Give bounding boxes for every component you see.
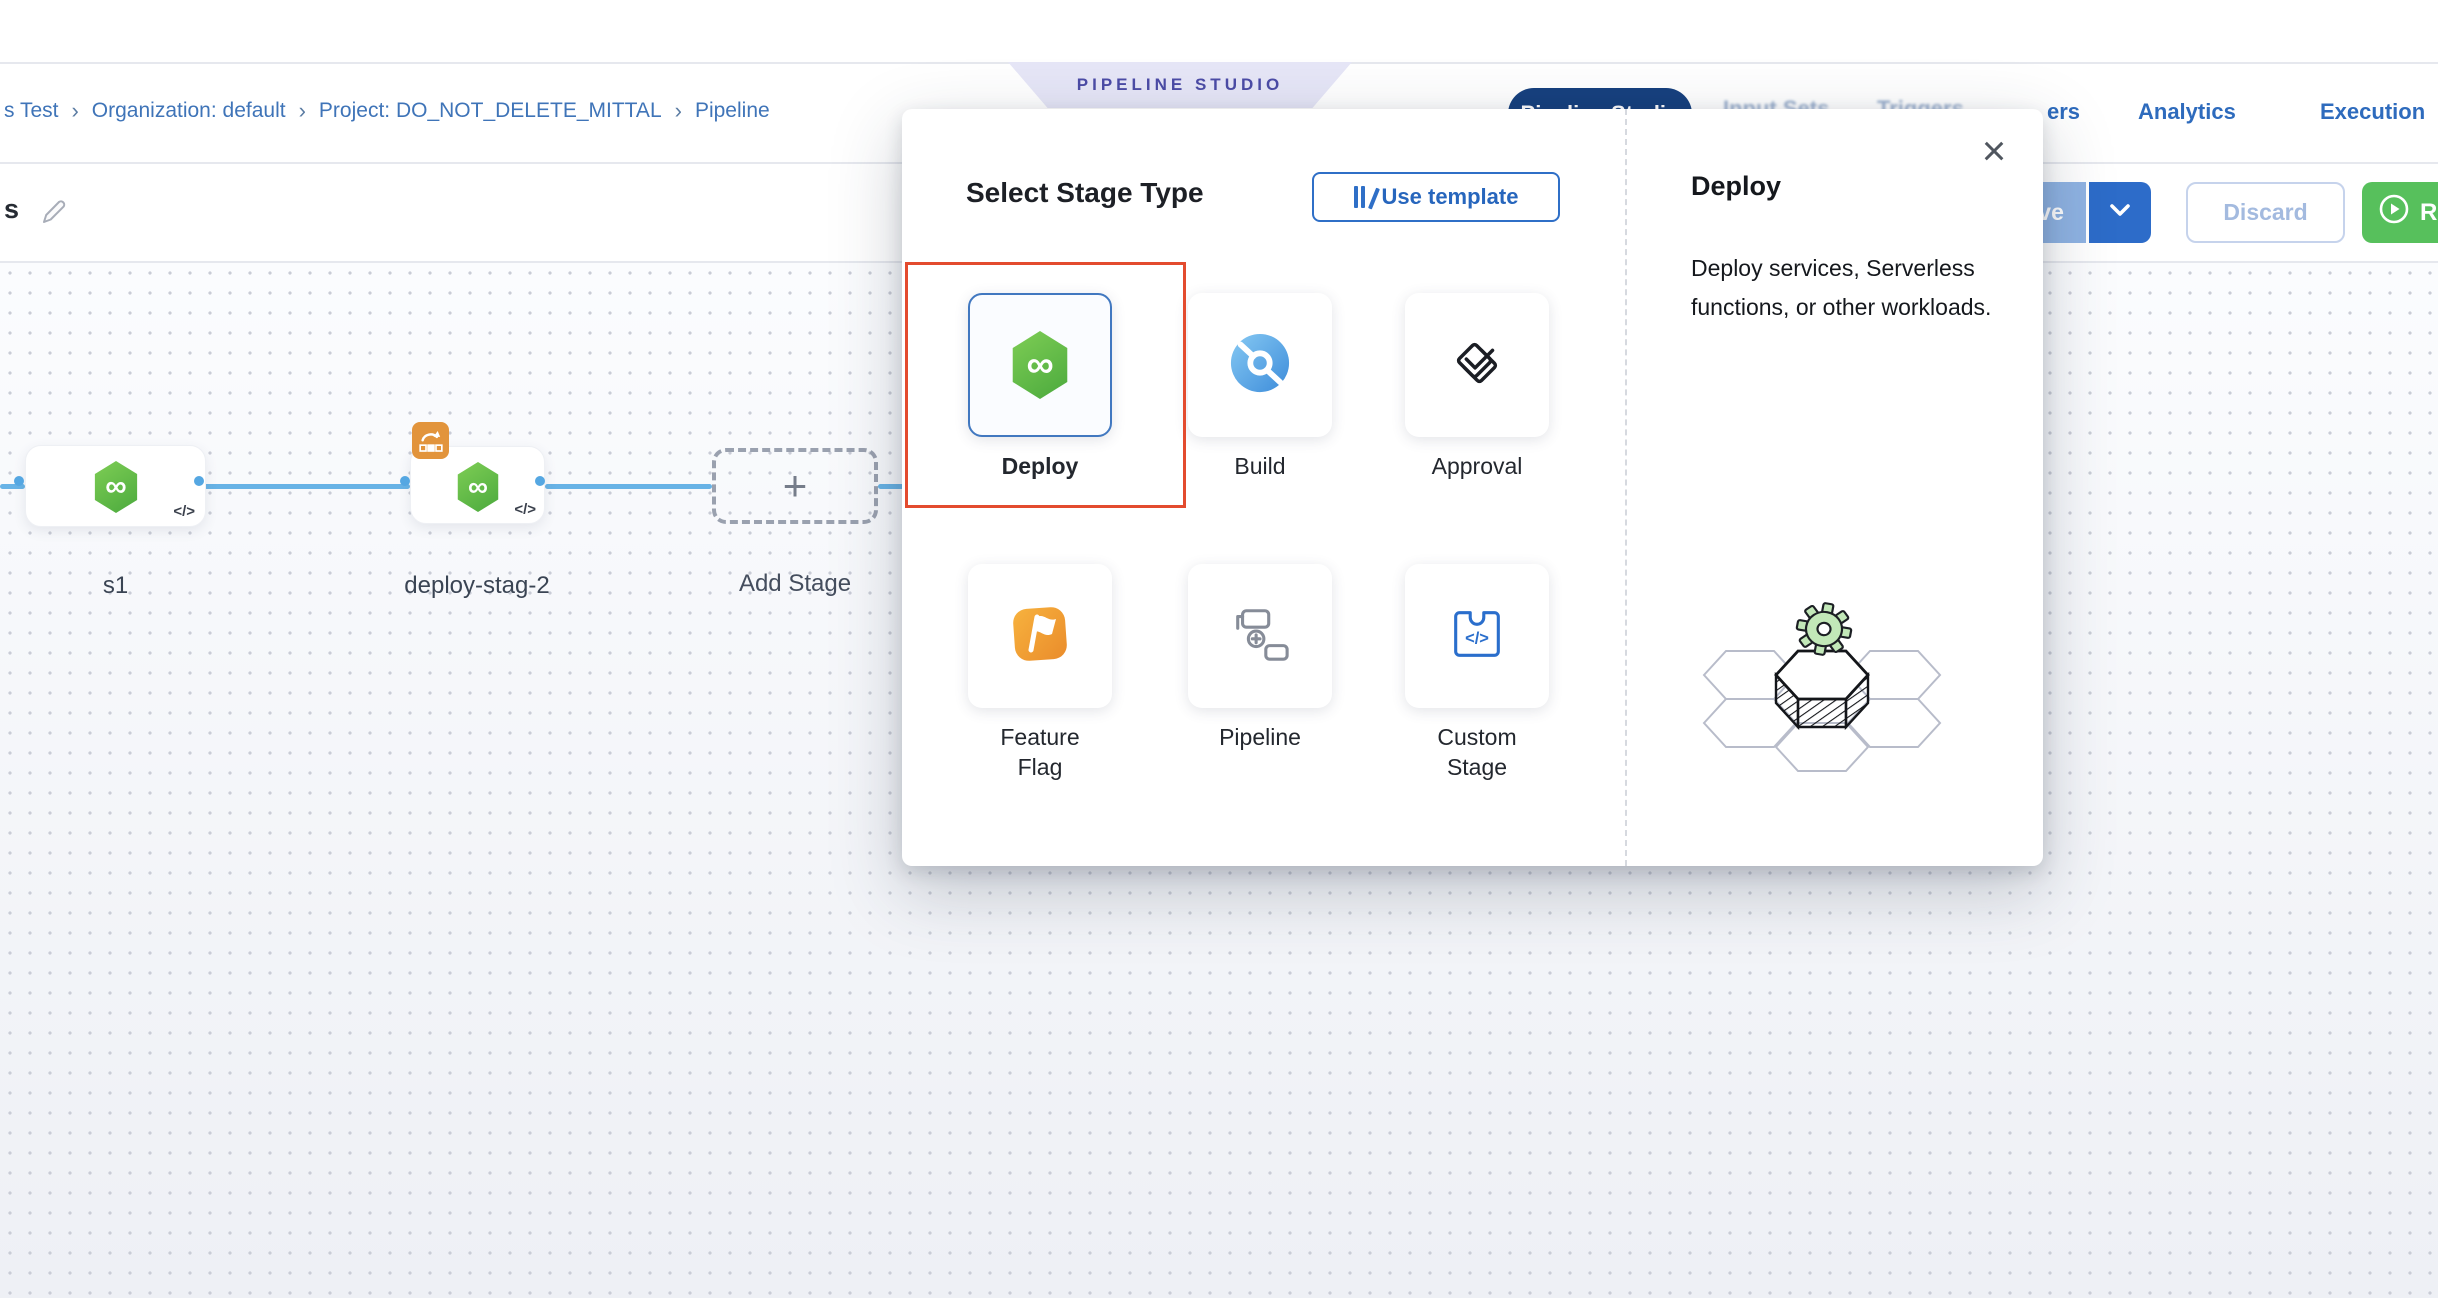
plus-icon: +	[783, 462, 808, 510]
run-button[interactable]: Run	[2362, 182, 2438, 243]
stage-node-s1[interactable]: ∞ </>	[25, 445, 206, 527]
custom-stage-code-icon: </>	[1446, 603, 1508, 670]
approval-check-icon	[1445, 331, 1509, 400]
stage-type-label-deploy: Deploy	[968, 451, 1112, 481]
stage-type-label-custom: Custom Stage	[1405, 722, 1549, 782]
feature-flag-icon	[1010, 604, 1070, 669]
stage-type-label-pipeline: Pipeline	[1188, 722, 1332, 752]
modal-dashed-divider	[1625, 109, 1627, 866]
code-view-icon[interactable]: </>	[514, 501, 536, 518]
pipeline-studio-badge: PIPELINE STUDIO	[1008, 62, 1352, 108]
tab-analytics[interactable]: Analytics	[2138, 99, 2236, 125]
cd-hexagon-icon: ∞	[1009, 331, 1071, 399]
stage-type-pipeline[interactable]	[1188, 564, 1332, 708]
stage-type-label-approval: Approval	[1405, 451, 1549, 481]
chevron-down-icon	[2109, 203, 2131, 222]
add-stage-label: Add Stage	[712, 570, 878, 598]
ci-build-icon	[1229, 332, 1291, 399]
modal-title: Select Stage Type	[966, 177, 1204, 209]
pipeline-name: s	[4, 194, 19, 225]
discard-button[interactable]: Discard	[2186, 182, 2345, 243]
code-view-icon[interactable]: </>	[173, 503, 195, 520]
select-stage-type-modal: Select Stage Type Use template × ∞ Deplo…	[902, 109, 2043, 866]
breadcrumb-pipeline[interactable]: Pipeline	[695, 99, 770, 123]
cd-hexagon-icon: ∞	[92, 461, 140, 513]
stage-type-build[interactable]	[1188, 293, 1332, 437]
port-s1-out[interactable]	[194, 476, 204, 486]
run-button-label: Run	[2420, 199, 2438, 227]
port-deploy-stag-2-out[interactable]	[535, 476, 545, 486]
play-icon	[2378, 193, 2410, 232]
breadcrumb-account[interactable]: s Test	[4, 99, 58, 123]
port-s1-in[interactable]	[14, 476, 24, 486]
edit-pencil-icon[interactable]	[38, 196, 70, 228]
stage-type-approval[interactable]	[1405, 293, 1549, 437]
breadcrumb-separator: ›	[71, 98, 78, 124]
infinity-glyph: ∞	[1026, 344, 1053, 387]
rolling-deployment-badge-icon	[412, 422, 449, 459]
use-template-button[interactable]: Use template	[1312, 172, 1560, 222]
edge-s1-to-deploy-stag-2	[204, 484, 410, 489]
save-menu-button[interactable]	[2089, 182, 2151, 243]
pipeline-chain-icon	[1229, 603, 1291, 670]
pipeline-studio-badge-label: PIPELINE STUDIO	[1077, 75, 1283, 95]
breadcrumb-project[interactable]: Project: DO_NOT_DELETE_MITTAL	[319, 99, 662, 123]
use-template-label: Use template	[1382, 184, 1519, 210]
stage-label-s1: s1	[25, 572, 206, 600]
infinity-glyph: ∞	[105, 470, 126, 504]
svg-text:</>: </>	[1465, 629, 1489, 647]
edge-add-to-right	[878, 484, 904, 489]
pipeline-studio-page: s Test › Organization: default › Project…	[0, 0, 2438, 1298]
infinity-glyph: ∞	[468, 471, 488, 503]
stage-type-label-build: Build	[1188, 451, 1332, 481]
tab-triggers-fragment[interactable]: ers	[2047, 99, 2080, 125]
breadcrumb-separator: ›	[675, 98, 682, 124]
breadcrumb-separator: ›	[299, 98, 306, 124]
stage-type-feature-flag[interactable]	[968, 564, 1112, 708]
cd-hexagon-icon: ∞	[455, 462, 501, 512]
stage-label-deploy-stag-2: deploy-stag-2	[377, 572, 577, 600]
stage-type-deploy[interactable]: ∞	[968, 293, 1112, 437]
close-icon[interactable]: ×	[1972, 127, 2016, 175]
stage-type-custom[interactable]: </>	[1405, 564, 1549, 708]
breadcrumb: s Test › Organization: default › Project…	[4, 98, 770, 124]
edge-deploy-stag-2-to-add	[545, 484, 712, 489]
stage-detail-description: Deploy services, Serverless functions, o…	[1691, 249, 2021, 327]
deploy-illustration	[1672, 571, 1972, 806]
breadcrumb-organization[interactable]: Organization: default	[92, 99, 286, 123]
tab-executions[interactable]: Execution	[2320, 99, 2425, 125]
port-deploy-stag-2-in[interactable]	[400, 476, 410, 486]
stage-type-label-feature-flag: Feature Flag	[968, 722, 1112, 782]
template-library-icon	[1354, 186, 1372, 208]
stage-detail-title: Deploy	[1691, 171, 1781, 202]
add-stage-button[interactable]: +	[712, 448, 878, 524]
